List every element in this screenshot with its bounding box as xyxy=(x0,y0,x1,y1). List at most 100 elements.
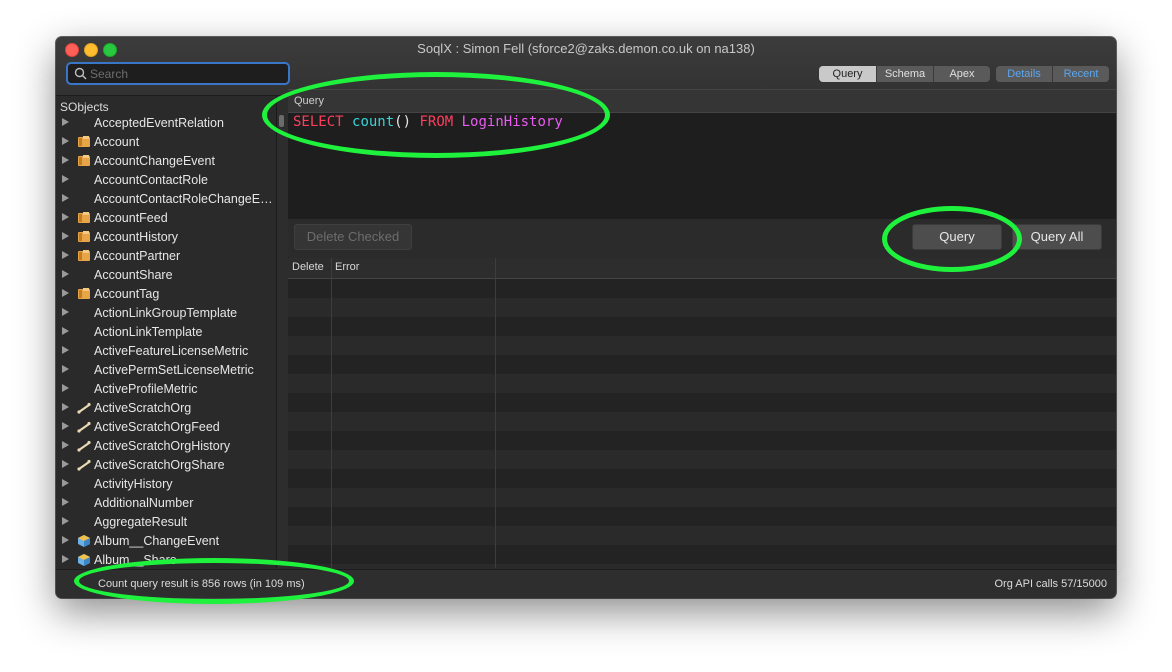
table-row[interactable] xyxy=(288,431,1116,450)
tab-schema[interactable]: Schema xyxy=(877,66,934,82)
table-row[interactable] xyxy=(288,317,1116,336)
table-row[interactable] xyxy=(288,393,1116,412)
sidebar-item-label: ActionLinkGroupTemplate xyxy=(94,306,238,320)
mode-segmented-control[interactable]: Query Schema Apex xyxy=(819,66,990,82)
disclosure-triangle-icon[interactable] xyxy=(62,137,69,145)
sidebar-item-label: ActiveScratchOrgFeed xyxy=(94,420,220,434)
disclosure-triangle-icon[interactable] xyxy=(62,365,69,373)
sidebar-item[interactable]: ActiveScratchOrgShare xyxy=(56,456,276,475)
api-calls-counter: Org API calls 57/15000 xyxy=(994,578,1107,590)
disclosure-triangle-icon[interactable] xyxy=(62,327,69,335)
sidebar-item-label: ActiveScratchOrgHistory xyxy=(94,439,231,453)
table-row[interactable] xyxy=(288,488,1116,507)
table-row[interactable] xyxy=(288,355,1116,374)
sidebar-item[interactable]: ActivityHistory xyxy=(56,475,276,494)
table-row[interactable] xyxy=(288,450,1116,469)
sidebar-item[interactable]: Album__Share xyxy=(56,551,276,570)
soql-count-function: count xyxy=(352,114,395,130)
sidebar-item-label: ActiveScratchOrgShare xyxy=(94,458,225,472)
disclosure-triangle-icon[interactable] xyxy=(62,156,69,164)
table-row[interactable] xyxy=(288,469,1116,488)
tab-query[interactable]: Query xyxy=(819,66,877,82)
cube-icon xyxy=(77,534,91,548)
table-row[interactable] xyxy=(288,374,1116,393)
sidebar-item[interactable]: AccountFeed xyxy=(56,209,276,228)
disclosure-triangle-icon[interactable] xyxy=(62,308,69,316)
disclosure-triangle-icon[interactable] xyxy=(62,517,69,525)
disclosure-triangle-icon[interactable] xyxy=(62,460,69,468)
sidebar-item[interactable]: Album__ChangeEvent xyxy=(56,532,276,551)
disclosure-triangle-icon[interactable] xyxy=(62,422,69,430)
sidebar-item[interactable]: AccountPartner xyxy=(56,247,276,266)
table-row[interactable] xyxy=(288,336,1116,355)
sidebar-item[interactable]: ActionLinkGroupTemplate xyxy=(56,304,276,323)
disclosure-triangle-icon[interactable] xyxy=(62,441,69,449)
disclosure-triangle-icon[interactable] xyxy=(62,194,69,202)
disclosure-triangle-icon[interactable] xyxy=(62,251,69,259)
soql-text[interactable]: SELECT count() FROM LoginHistory xyxy=(293,114,563,130)
status-message: Count query result is 856 rows (in 109 m… xyxy=(98,578,305,590)
tab-apex[interactable]: Apex xyxy=(934,66,990,82)
sidebar-item[interactable]: AccountHistory xyxy=(56,228,276,247)
sidebar-item-label: AccountTag xyxy=(94,287,160,301)
query-text-area[interactable]: SELECT count() FROM LoginHistory xyxy=(279,112,1116,219)
sidebar-item-label: AccountContactRole xyxy=(94,173,208,187)
query-all-button[interactable]: Query All xyxy=(1012,224,1102,250)
table-row[interactable] xyxy=(288,564,1116,568)
sidebar-item-label: AcceptedEventRelation xyxy=(94,116,224,130)
column-header-error[interactable]: Error xyxy=(335,261,359,273)
sidebar-item[interactable]: Account xyxy=(56,133,276,152)
sidebar-item[interactable]: AccountTag xyxy=(56,285,276,304)
sidebar-item-label: AggregateResult xyxy=(94,515,188,529)
sidebar-item[interactable]: AccountChangeEvent xyxy=(56,152,276,171)
query-button[interactable]: Query xyxy=(912,224,1002,250)
search-input[interactable] xyxy=(90,65,280,82)
sidebar-item[interactable]: ActiveScratchOrgHistory xyxy=(56,437,276,456)
sidebar-item[interactable]: ActionLinkTemplate xyxy=(56,323,276,342)
sidebar-item-label: AccountHistory xyxy=(94,230,179,244)
sidebar-item-label: Album__ChangeEvent xyxy=(94,534,220,548)
disclosure-triangle-icon[interactable] xyxy=(62,384,69,392)
disclosure-triangle-icon[interactable] xyxy=(62,498,69,506)
sidebar-item[interactable]: ActivePermSetLicenseMetric xyxy=(56,361,276,380)
disclosure-triangle-icon[interactable] xyxy=(62,536,69,544)
sidebar-item[interactable]: ActiveProfileMetric xyxy=(56,380,276,399)
table-row[interactable] xyxy=(288,545,1116,564)
disclosure-triangle-icon[interactable] xyxy=(62,479,69,487)
disclosure-triangle-icon[interactable] xyxy=(62,213,69,221)
results-toolbar: Delete Checked Query Query All xyxy=(288,219,1116,257)
sidebar-item[interactable]: ActiveFeatureLicenseMetric xyxy=(56,342,276,361)
table-row[interactable] xyxy=(288,507,1116,526)
table-row[interactable] xyxy=(288,298,1116,317)
disclosure-triangle-icon[interactable] xyxy=(62,118,69,126)
table-row[interactable] xyxy=(288,279,1116,298)
delete-checked-button[interactable]: Delete Checked xyxy=(294,224,412,250)
disclosure-triangle-icon[interactable] xyxy=(62,232,69,240)
aux-segmented-control[interactable]: Details Recent xyxy=(996,66,1109,82)
disclosure-triangle-icon[interactable] xyxy=(62,175,69,183)
sidebar-item[interactable]: AcceptedEventRelation xyxy=(56,114,276,133)
sidebar-item[interactable]: ActiveScratchOrg xyxy=(56,399,276,418)
book-icon xyxy=(77,249,91,263)
disclosure-triangle-icon[interactable] xyxy=(62,346,69,354)
cube-icon xyxy=(77,553,91,567)
disclosure-triangle-icon[interactable] xyxy=(62,289,69,297)
tab-details[interactable]: Details xyxy=(996,66,1053,82)
disclosure-triangle-icon[interactable] xyxy=(62,403,69,411)
column-header-delete[interactable]: Delete xyxy=(292,261,324,273)
sidebar-item[interactable]: AggregateResult xyxy=(56,513,276,532)
disclosure-triangle-icon[interactable] xyxy=(62,270,69,278)
sidebar-item[interactable]: ActiveScratchOrgFeed xyxy=(56,418,276,437)
tab-recent[interactable]: Recent xyxy=(1053,66,1109,82)
sidebar-item[interactable]: AdditionalNumber xyxy=(56,494,276,513)
sidebar-item[interactable]: AccountShare xyxy=(56,266,276,285)
book-icon xyxy=(77,287,91,301)
table-row[interactable] xyxy=(288,412,1116,431)
disclosure-triangle-icon[interactable] xyxy=(62,555,69,563)
table-row[interactable] xyxy=(288,526,1116,545)
sidebar-item[interactable]: AccountContactRole xyxy=(56,171,276,190)
search-box[interactable] xyxy=(66,62,290,85)
sidebar-item[interactable]: AccountContactRoleChangeEv... xyxy=(56,190,276,209)
column-divider xyxy=(331,258,332,568)
title-bar: SoqlX : Simon Fell (sforce2@zaks.demon.c… xyxy=(56,37,1116,96)
